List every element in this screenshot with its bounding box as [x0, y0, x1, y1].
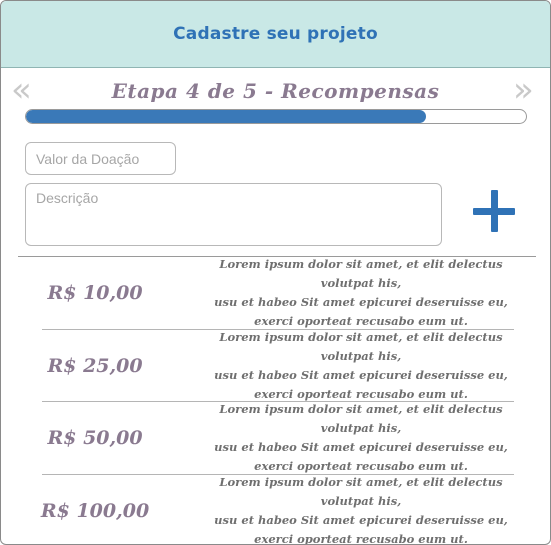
description-input[interactable] — [25, 183, 442, 246]
progress-bar-fill — [26, 110, 426, 123]
donation-value-input[interactable] — [25, 142, 176, 175]
reward-description-line: usu et habeo Sit amet epicurei deseruiss… — [214, 367, 508, 382]
reward-description-line: exerci oporteat recusabo eum ut. — [254, 531, 468, 545]
reward-list: R$ 10,00 Lorem ipsum dolor sit amet, et … — [1, 257, 550, 545]
step-title: Etapa 4 de 5 - Recompensas — [111, 79, 440, 103]
reward-amount: R$ 25,00 — [47, 354, 143, 377]
reward-amount: R$ 10,00 — [47, 282, 143, 305]
reward-description-line: Lorem ipsum dolor sit amet, et elit dele… — [219, 329, 503, 363]
reward-description: Lorem ipsum dolor sit amet, et elit dele… — [197, 328, 525, 404]
reward-description-line: Lorem ipsum dolor sit amet, et elit dele… — [219, 257, 503, 291]
reward-item: R$ 10,00 Lorem ipsum dolor sit amet, et … — [1, 257, 550, 330]
reward-amount: R$ 50,00 — [47, 427, 143, 450]
progress-bar — [25, 109, 527, 124]
reward-description-line: usu et habeo Sit amet epicurei deseruiss… — [214, 295, 508, 310]
reward-description: Lorem ipsum dolor sit amet, et elit dele… — [197, 255, 525, 331]
add-reward-button[interactable] — [471, 190, 517, 237]
header-bar: Cadastre seu projeto — [1, 1, 550, 68]
reward-item: R$ 50,00 Lorem ipsum dolor sit amet, et … — [1, 402, 550, 475]
reward-item: R$ 25,00 Lorem ipsum dolor sit amet, et … — [1, 328, 550, 404]
reward-description: Lorem ipsum dolor sit amet, et elit dele… — [197, 400, 525, 476]
reward-description-line: usu et habeo Sit amet epicurei deseruiss… — [214, 512, 508, 527]
reward-description-line: usu et habeo Sit amet epicurei deseruiss… — [214, 440, 508, 455]
reward-amount: R$ 100,00 — [40, 499, 150, 522]
reward-description-line: Lorem ipsum dolor sit amet, et elit dele… — [219, 402, 503, 436]
reward-description: Lorem ipsum dolor sit amet, et elit dele… — [197, 473, 525, 545]
reward-description-line: Lorem ipsum dolor sit amet, et elit dele… — [219, 474, 503, 508]
reward-item: R$ 100,00 Lorem ipsum dolor sit amet, et… — [1, 473, 550, 545]
page-title: Cadastre seu projeto — [173, 24, 378, 44]
app-frame: Cadastre seu projeto « » Etapa 4 de 5 - … — [0, 0, 551, 545]
